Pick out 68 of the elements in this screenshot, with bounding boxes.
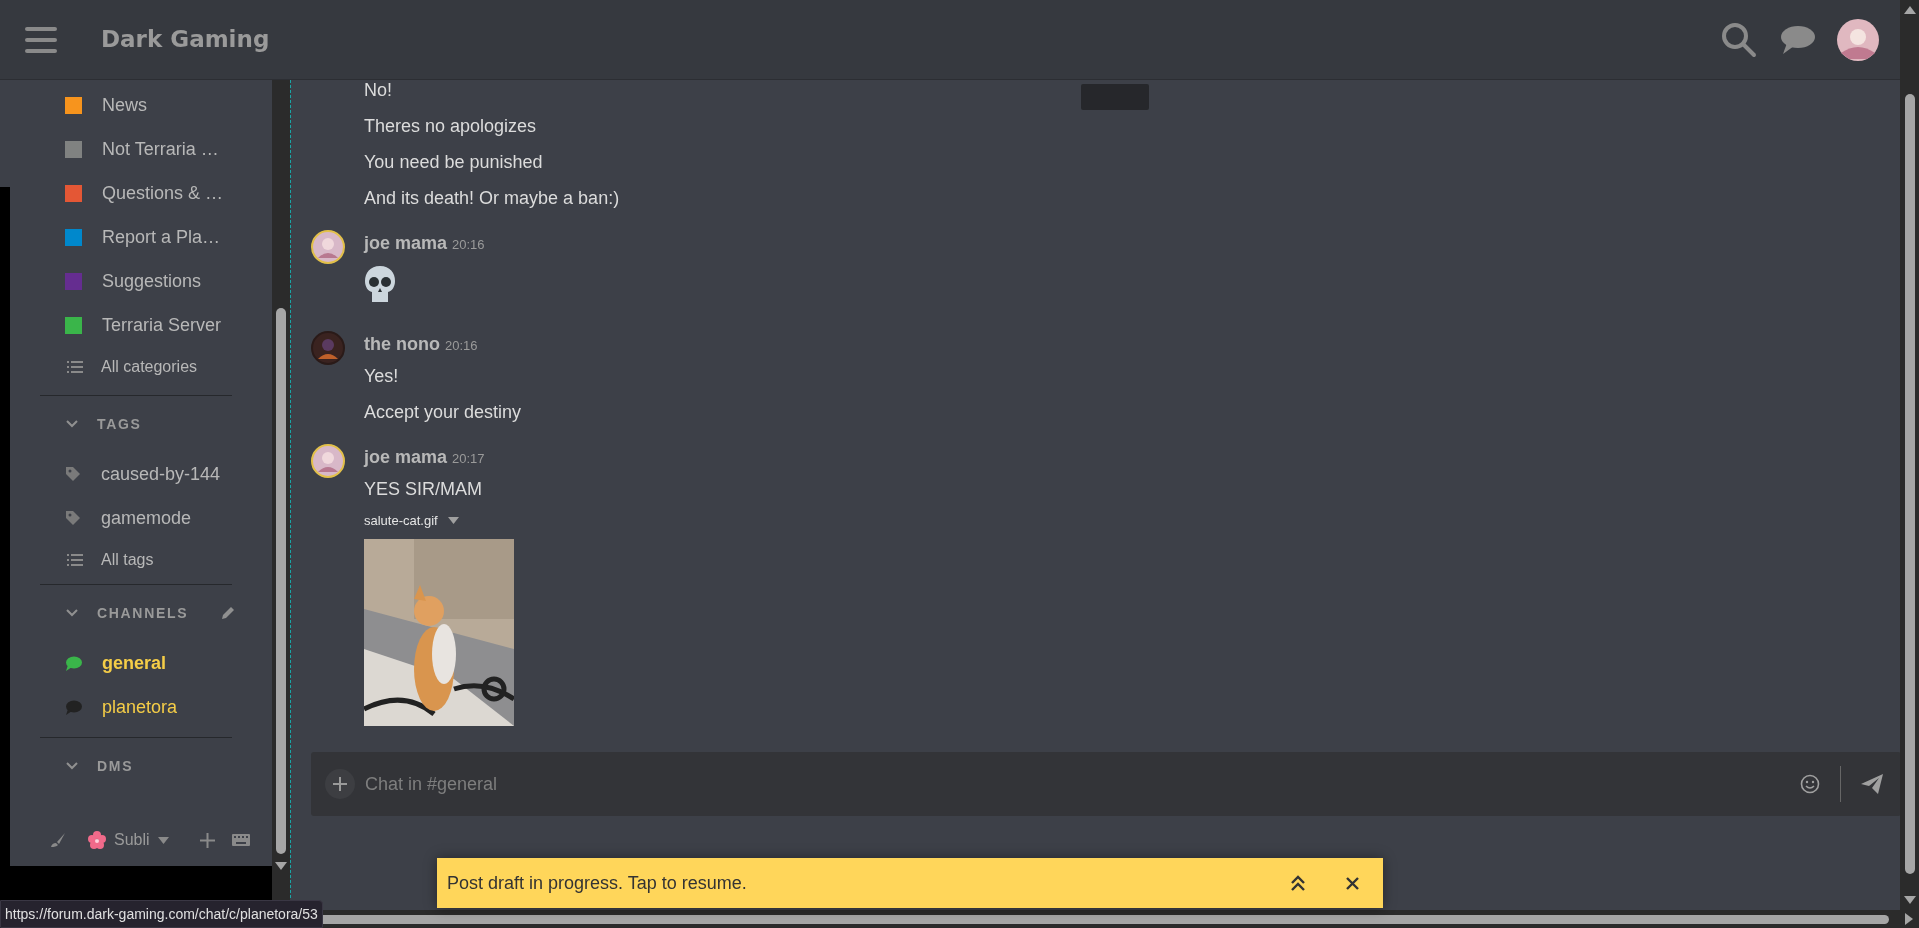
section-heading: CHANNELS: [97, 603, 189, 623]
category-link[interactable]: Suggestions: [102, 267, 202, 295]
skull-icon: [364, 265, 396, 305]
site-title[interactable]: Dark Gaming: [101, 22, 270, 57]
scroll-down-arrow-icon[interactable]: [1903, 896, 1916, 904]
tag-icon: [65, 510, 81, 526]
chevron-down-icon[interactable]: [65, 419, 79, 429]
category-link[interactable]: Not Terraria …: [102, 135, 219, 163]
chat-composer[interactable]: Chat in #general: [311, 752, 1901, 816]
search-icon[interactable]: [1721, 21, 1757, 58]
avatar[interactable]: [1837, 18, 1879, 61]
date-badge: [1081, 84, 1149, 110]
message-text: YES SIR/MAM: [364, 477, 483, 501]
chevron-down-icon[interactable]: [65, 761, 79, 771]
keyboard-icon[interactable]: [232, 834, 250, 846]
category-link[interactable]: Report a Pla…: [102, 223, 221, 251]
caret-icon[interactable]: [447, 517, 459, 525]
message-time[interactable]: 20:17: [452, 449, 485, 469]
smiley-icon[interactable]: [1800, 774, 1820, 794]
tag-icon: [65, 466, 81, 482]
category-link[interactable]: Terraria Server: [102, 311, 222, 339]
section-heading: TAGS: [97, 414, 142, 434]
close-icon[interactable]: [1346, 876, 1359, 890]
caret-icon: [157, 836, 169, 844]
category-link[interactable]: News: [102, 91, 147, 119]
send-icon[interactable]: [1861, 774, 1883, 794]
list-icon: [67, 360, 83, 374]
draft-banner[interactable]: Post draft in progress. Tap to resume.: [437, 858, 1383, 908]
all-tags-link[interactable]: All tags: [101, 548, 154, 572]
channel-link[interactable]: planetora: [102, 693, 178, 721]
status-dropdown[interactable]: Subli: [114, 828, 169, 852]
scroll-down-arrow-icon[interactable]: [275, 862, 287, 870]
message-text: Yes!: [364, 364, 399, 388]
chat-bubble-icon[interactable]: [1779, 24, 1815, 55]
channel-link[interactable]: general: [102, 649, 167, 677]
message-text: You need be punished: [364, 150, 543, 174]
pencil-icon[interactable]: [220, 605, 236, 621]
scroll-up-arrow-icon[interactable]: [1903, 6, 1916, 14]
message-text: Theres no apologizes: [364, 114, 537, 138]
message-time[interactable]: 20:16: [445, 336, 478, 356]
list-icon: [67, 553, 83, 567]
double-chevron-up-icon[interactable]: [1290, 875, 1306, 891]
chevron-down-icon[interactable]: [65, 608, 79, 618]
category-link[interactable]: Questions & …: [102, 179, 224, 207]
message-time[interactable]: 20:16: [452, 235, 485, 255]
message-text: Accept your destiny: [364, 400, 522, 424]
message-text: No!: [364, 78, 392, 102]
plus-icon[interactable]: [200, 832, 215, 848]
avatar[interactable]: [311, 331, 345, 365]
link-url: https://forum.dark-gaming.com/chat/c/planetora/53: [5, 904, 318, 924]
scrollbar-thumb[interactable]: [1904, 94, 1915, 874]
brush-icon[interactable]: [50, 832, 66, 848]
chat-input[interactable]: Chat in #general: [365, 770, 1800, 798]
plus-icon[interactable]: [325, 769, 355, 799]
username[interactable]: the nono: [364, 331, 440, 358]
username[interactable]: joe mama: [364, 444, 448, 471]
username[interactable]: joe mama: [364, 230, 448, 257]
menu-icon[interactable]: [25, 26, 57, 53]
message-text: And its death! Or maybe a ban:): [364, 186, 620, 210]
section-heading: DMS: [97, 756, 134, 776]
attachment-filename[interactable]: salute-cat.gif: [364, 511, 438, 531]
tag-link[interactable]: gamemode: [101, 504, 192, 532]
scroll-right-arrow-icon[interactable]: [1905, 913, 1913, 925]
all-categories-link[interactable]: All categories: [101, 355, 198, 379]
tag-link[interactable]: caused-by-144: [101, 460, 221, 488]
draft-message[interactable]: Post draft in progress. Tap to resume.: [447, 869, 747, 897]
flower-icon[interactable]: [88, 831, 106, 849]
scrollbar-thumb[interactable]: [276, 308, 286, 854]
